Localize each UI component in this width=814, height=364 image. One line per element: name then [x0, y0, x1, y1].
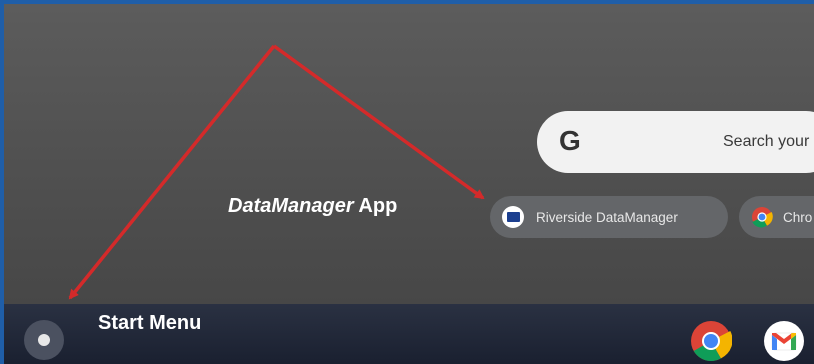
annotation-start-menu: Start Menu	[98, 312, 202, 334]
chrome-icon	[751, 206, 773, 228]
launcher-search-box[interactable]: G Search your	[537, 111, 814, 173]
shelf-gmail-icon[interactable]	[763, 320, 805, 362]
search-placeholder: Search your	[723, 133, 810, 150]
annotation-datamanager-app: DataManager App	[228, 195, 398, 217]
shelf-chrome-icon[interactable]	[690, 320, 733, 362]
screenshot-frame: G Search your Riverside DataManager Chro…	[0, 0, 814, 364]
datamanager-icon	[502, 206, 524, 228]
launcher-icon	[38, 334, 50, 346]
launcher-button[interactable]	[24, 320, 64, 360]
google-g-icon: G	[559, 125, 581, 156]
app-chip-riverside-datamanager[interactable]: Riverside DataManager	[490, 196, 728, 238]
app-chip-label: Riverside DataManager	[536, 209, 678, 225]
app-chip-label: Chro	[783, 209, 813, 225]
app-chip-chrome[interactable]: Chro	[739, 196, 814, 238]
